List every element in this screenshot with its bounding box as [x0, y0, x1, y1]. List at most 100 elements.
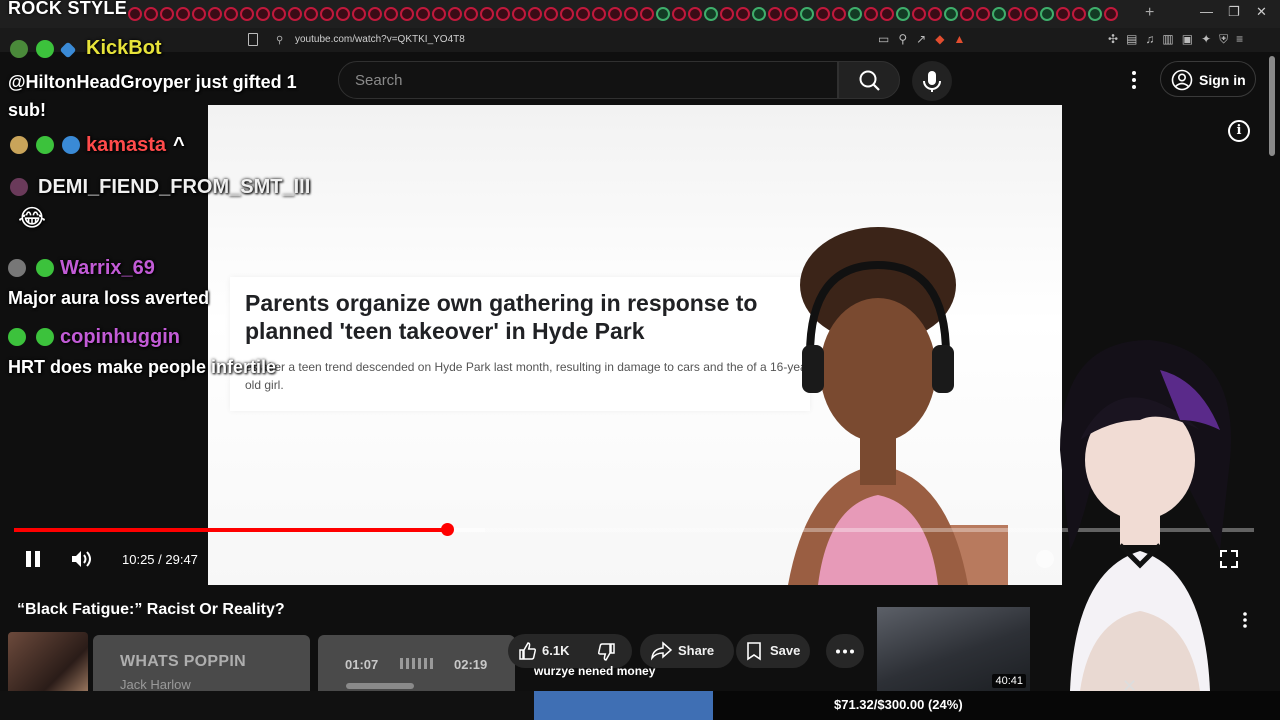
menu-icon[interactable]: ≡ [1236, 32, 1243, 47]
video-player[interactable]: Parents organize own gathering in respon… [208, 105, 1062, 585]
save-button[interactable]: Save [736, 634, 810, 668]
like-icon[interactable] [518, 641, 538, 661]
browser-tab-icon[interactable] [512, 7, 526, 21]
browser-tab-icon[interactable] [192, 7, 206, 21]
browser-tab-icon[interactable] [576, 7, 590, 21]
browser-tab-icon[interactable] [624, 7, 638, 21]
browser-tab-icon[interactable] [656, 7, 670, 21]
browser-tab-icon[interactable] [496, 7, 510, 21]
alert-icon[interactable]: ▲ [953, 32, 965, 46]
browser-tab-icon[interactable] [928, 7, 942, 21]
browser-tab-icon[interactable] [592, 7, 606, 21]
related-more-button[interactable] [1238, 610, 1252, 630]
screenshot-icon[interactable]: ▭ [878, 32, 889, 46]
browser-tab-icon[interactable] [1088, 7, 1102, 21]
related-video-thumbnail[interactable]: 40:41 [877, 607, 1030, 691]
browser-tab-icon[interactable] [448, 7, 462, 21]
reader-icon[interactable]: ▤ [1126, 32, 1137, 47]
bookmark-icon[interactable] [248, 33, 258, 46]
browser-tab-icon[interactable] [768, 7, 782, 21]
browser-tab-icon[interactable] [304, 7, 318, 21]
browser-tab-icon[interactable] [672, 7, 686, 21]
browser-tab-icon[interactable] [736, 7, 750, 21]
browser-tab-icon[interactable] [704, 7, 718, 21]
browser-tab-icon[interactable] [848, 7, 862, 21]
sidebar-icon[interactable]: ▥ [1162, 32, 1173, 47]
dislike-icon[interactable] [596, 642, 616, 662]
search-button[interactable] [838, 61, 900, 99]
wallet-icon[interactable]: ▣ [1182, 32, 1193, 47]
browser-tab-icon[interactable] [432, 7, 446, 21]
browser-tab-icon[interactable] [896, 7, 910, 21]
voice-search-button[interactable] [912, 61, 952, 101]
extension-icon[interactable]: ◆ [935, 32, 944, 46]
search-input[interactable] [353, 71, 827, 90]
browser-tab-icon[interactable] [224, 7, 238, 21]
browser-tab-icon[interactable] [992, 7, 1006, 21]
browser-tab-icon[interactable] [608, 7, 622, 21]
sign-in-button[interactable]: Sign in [1160, 61, 1256, 97]
browser-tab-icon[interactable] [944, 7, 958, 21]
more-options-button[interactable] [1124, 66, 1144, 94]
browser-tab-icon[interactable] [336, 7, 350, 21]
shield-icon[interactable]: ⛨ [1219, 32, 1228, 47]
pause-button[interactable] [22, 548, 44, 570]
zoom-icon[interactable]: ⚲ [898, 32, 907, 46]
browser-tab-icon[interactable] [800, 7, 814, 21]
browser-tabs[interactable] [128, 7, 1138, 21]
close-window-icon[interactable]: ✕ [1256, 4, 1267, 20]
browser-tab-icon[interactable] [560, 7, 574, 21]
browser-tab-icon[interactable] [384, 7, 398, 21]
browser-tab-icon[interactable] [1040, 7, 1054, 21]
browser-tab-icon[interactable] [752, 7, 766, 21]
browser-tab-icon[interactable] [464, 7, 478, 21]
browser-tab-icon[interactable] [208, 7, 222, 21]
browser-tab-icon[interactable] [544, 7, 558, 21]
new-tab-icon[interactable]: + [1145, 4, 1154, 22]
puzzle-icon[interactable]: ✣ [1108, 32, 1118, 47]
browser-tab-icon[interactable] [160, 7, 174, 21]
media-icon[interactable]: ♫ [1145, 32, 1154, 47]
restore-icon[interactable]: ❐ [1228, 4, 1240, 20]
more-actions-button[interactable] [826, 634, 864, 668]
browser-tab-icon[interactable] [288, 7, 302, 21]
progress-scrubber[interactable] [440, 523, 454, 536]
browser-tab-icon[interactable] [976, 7, 990, 21]
page-scrollbar[interactable] [1268, 56, 1276, 720]
browser-tab-icon[interactable] [352, 7, 366, 21]
browser-tab-icon[interactable] [176, 7, 190, 21]
browser-tab-icon[interactable] [480, 7, 494, 21]
browser-tab-icon[interactable] [416, 7, 430, 21]
like-count[interactable]: 6.1K [542, 643, 569, 658]
info-icon[interactable]: i [1228, 120, 1250, 142]
browser-tab-icon[interactable] [128, 7, 142, 21]
volume-button[interactable] [70, 548, 94, 570]
browser-tab-icon[interactable] [240, 7, 254, 21]
ai-icon[interactable]: ✦ [1201, 32, 1211, 47]
browser-tab-icon[interactable] [272, 7, 286, 21]
browser-tab-icon[interactable] [1072, 7, 1086, 21]
scrollbar-thumb[interactable] [1269, 56, 1275, 156]
browser-tab-icon[interactable] [400, 7, 414, 21]
browser-tab-icon[interactable] [320, 7, 334, 21]
share-page-icon[interactable]: ↗ [916, 32, 926, 46]
browser-tab-icon[interactable] [688, 7, 702, 21]
browser-tab-icon[interactable] [528, 7, 542, 21]
browser-tab-icon[interactable] [864, 7, 878, 21]
browser-tab-icon[interactable] [816, 7, 830, 21]
browser-tab-icon[interactable] [880, 7, 894, 21]
url-text[interactable]: youtube.com/watch?v=QKTKI_YO4T8 [295, 34, 465, 45]
browser-tab-icon[interactable] [368, 7, 382, 21]
browser-tab-icon[interactable] [784, 7, 798, 21]
share-button[interactable]: Share [640, 634, 734, 668]
browser-tab-icon[interactable] [832, 7, 846, 21]
site-settings-icon[interactable]: ⚲ [276, 35, 283, 46]
browser-tab-icon[interactable] [256, 7, 270, 21]
browser-tab-icon[interactable] [912, 7, 926, 21]
browser-tab-icon[interactable] [960, 7, 974, 21]
browser-tab-icon[interactable] [640, 7, 654, 21]
browser-tab-icon[interactable] [1056, 7, 1070, 21]
browser-tab-icon[interactable] [1024, 7, 1038, 21]
browser-tab-icon[interactable] [1104, 7, 1118, 21]
browser-tab-icon[interactable] [144, 7, 158, 21]
